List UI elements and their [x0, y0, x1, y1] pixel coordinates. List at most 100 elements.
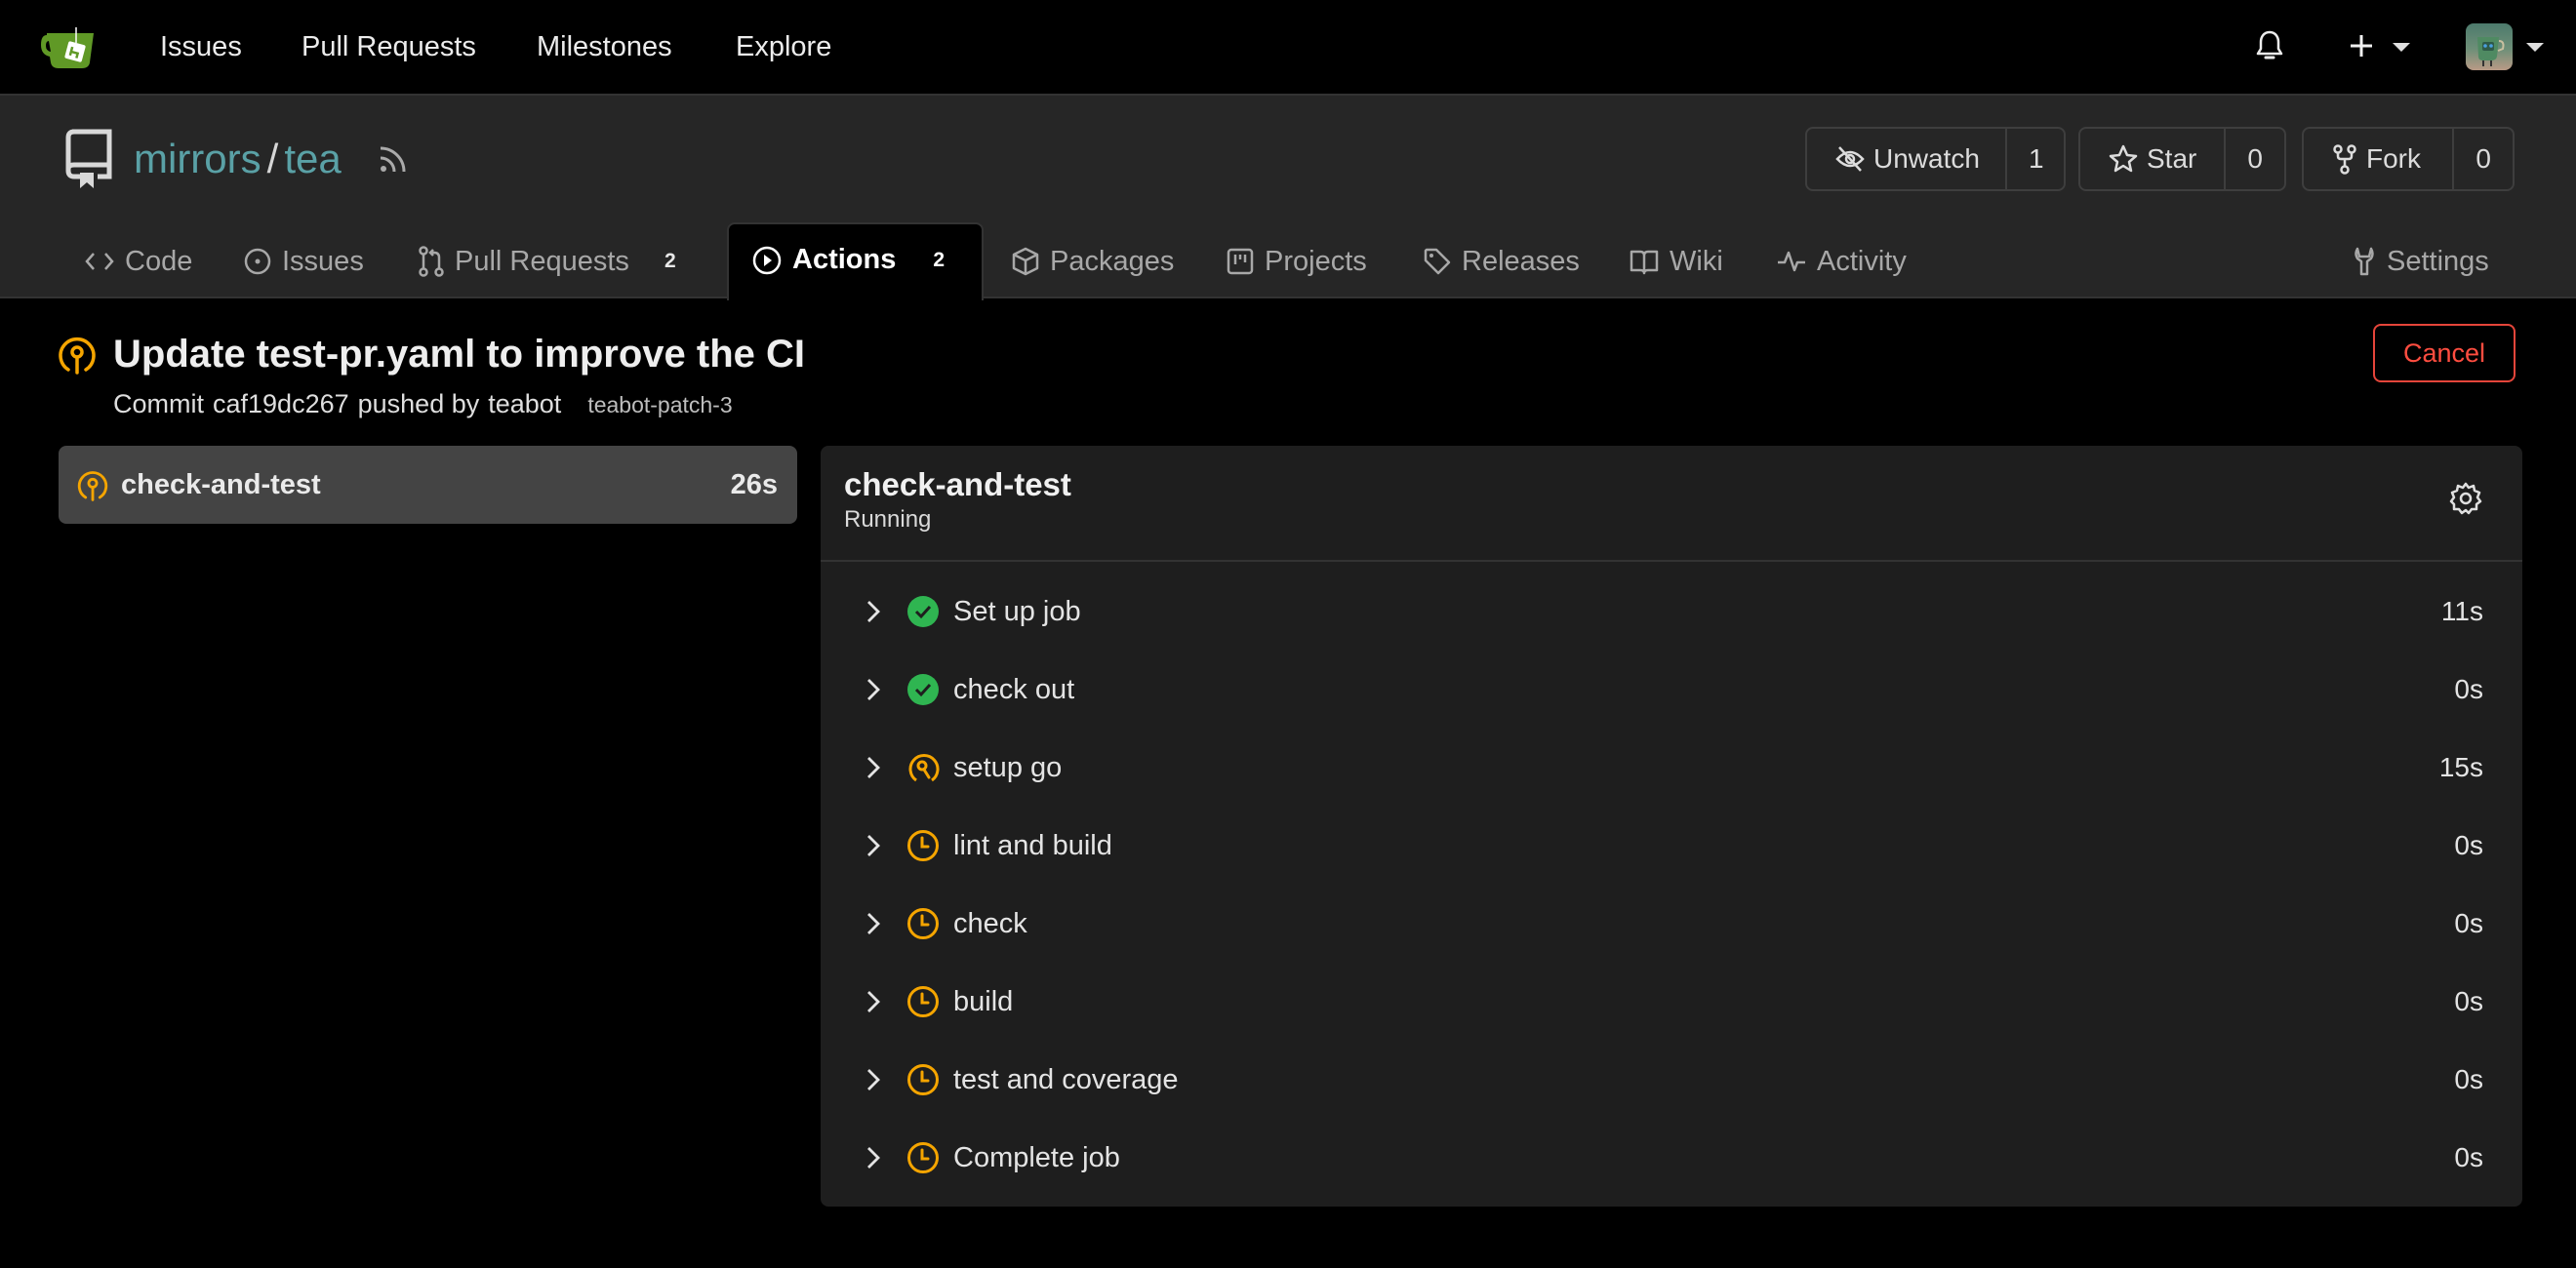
chevron-right-icon[interactable] — [865, 1067, 885, 1092]
tab-packages[interactable]: Packages — [1011, 242, 1174, 281]
tab-label: Pull Requests — [455, 245, 629, 277]
nav-issues[interactable]: Issues — [160, 29, 242, 64]
tab-settings[interactable]: Settings — [2352, 242, 2489, 281]
step-row[interactable]: build 0s — [821, 972, 2522, 1031]
project-icon — [1227, 248, 1254, 275]
chevron-right-icon[interactable] — [865, 599, 885, 624]
tools-icon — [2355, 247, 2374, 276]
pulse-icon — [1778, 251, 1805, 272]
chevron-right-icon[interactable] — [865, 989, 885, 1014]
repo-icon — [64, 128, 115, 190]
chevron-right-icon[interactable] — [865, 677, 885, 702]
tab-actions-content[interactable]: Actions 2 — [751, 244, 945, 276]
chevron-right-icon[interactable] — [865, 1145, 885, 1170]
unwatch-label: Unwatch — [1873, 143, 1980, 174]
actions-count-badge: 2 — [933, 248, 946, 271]
gitea-logo-icon[interactable] — [39, 23, 100, 70]
repo-title: mirrors / tea — [134, 135, 342, 183]
code-icon — [85, 253, 114, 270]
pushed-by-text: pushed by — [357, 389, 480, 418]
step-row[interactable]: lint and build 0s — [821, 816, 2522, 875]
step-row[interactable]: check 0s — [821, 894, 2522, 953]
chevron-right-icon[interactable] — [865, 833, 885, 858]
chevron-right-icon[interactable] — [865, 755, 885, 780]
star-button[interactable]: Star — [2080, 129, 2227, 189]
clock-icon — [906, 1141, 940, 1174]
chevron-right-icon[interactable] — [865, 911, 885, 936]
tab-releases[interactable]: Releases — [1423, 242, 1580, 281]
nav-explore[interactable]: Explore — [736, 29, 831, 64]
plus-icon[interactable] — [2349, 33, 2374, 59]
tag-icon — [1424, 248, 1451, 275]
step-row[interactable]: check out 0s — [821, 660, 2522, 719]
gear-icon[interactable] — [2448, 481, 2483, 516]
user-menu-caret-icon[interactable] — [2526, 43, 2544, 52]
step-name: build — [953, 985, 1014, 1017]
job-detail-status: Running — [844, 506, 932, 533]
tab-label: Packages — [1050, 245, 1175, 277]
tab-label: Actions — [792, 244, 897, 275]
issue-icon — [244, 248, 271, 275]
step-name: test and coverage — [953, 1063, 1179, 1095]
running-status-icon — [57, 333, 98, 376]
commit-prefix: Commit — [113, 389, 204, 418]
fork-button[interactable]: Fork — [2304, 129, 2455, 189]
run-title: Update test-pr.yaml to improve the CI — [113, 333, 806, 376]
rss-feed-icon[interactable] — [377, 142, 410, 176]
step-duration: 0s — [2454, 1142, 2483, 1172]
bell-icon[interactable] — [2255, 29, 2284, 62]
tab-label: Issues — [282, 245, 364, 277]
tab-label: Settings — [2387, 245, 2489, 277]
fork-label: Fork — [2366, 143, 2421, 174]
repo-name-link[interactable]: tea — [284, 136, 341, 181]
unwatch-button[interactable]: Unwatch — [1807, 129, 2007, 189]
avatar[interactable] — [2466, 23, 2513, 70]
watch-button-group: Unwatch 1 — [1805, 127, 2066, 191]
tab-label: Releases — [1462, 245, 1580, 277]
tab-label: Projects — [1265, 245, 1367, 277]
job-name: check-and-test — [121, 468, 321, 500]
tab-pull-requests[interactable]: Pull Requests 2 — [418, 242, 676, 281]
branch-link[interactable]: teabot-patch-3 — [587, 388, 732, 421]
tab-label: Activity — [1817, 245, 1907, 277]
star-label: Star — [2147, 143, 2197, 174]
step-row[interactable]: setup go 15s — [821, 738, 2522, 797]
repo-owner-link[interactable]: mirrors — [134, 136, 262, 181]
book-icon — [1630, 250, 1659, 275]
step-duration: 11s — [2440, 596, 2483, 626]
nav-pull-requests[interactable]: Pull Requests — [302, 29, 476, 64]
step-duration: 15s — [2438, 752, 2483, 782]
tab-wiki[interactable]: Wiki — [1629, 242, 1723, 281]
step-row[interactable]: Complete job 0s — [821, 1129, 2522, 1187]
step-row[interactable]: test and coverage 0s — [821, 1050, 2522, 1109]
create-menu-caret-icon[interactable] — [2393, 43, 2410, 52]
job-list-item[interactable]: check-and-test 26s — [59, 446, 797, 524]
job-duration: 26s — [730, 468, 778, 500]
tab-issues[interactable]: Issues — [243, 242, 364, 281]
running-status-icon — [906, 751, 940, 784]
tab-code[interactable]: Code — [84, 242, 192, 281]
nav-milestones[interactable]: Milestones — [537, 29, 672, 64]
star-count[interactable]: 0 — [2226, 143, 2284, 175]
watch-count[interactable]: 1 — [2007, 143, 2066, 175]
clock-icon — [906, 1063, 940, 1096]
fork-count[interactable]: 0 — [2454, 143, 2513, 175]
step-row[interactable]: Set up job 11s — [821, 582, 2522, 641]
star-icon — [2109, 144, 2138, 173]
repo-header: mirrors / tea Unwatch 1 Star 0 Fork 0 Code… — [0, 96, 2576, 298]
tab-projects[interactable]: Projects — [1226, 242, 1367, 281]
step-duration: 0s — [2454, 908, 2483, 938]
pull-request-icon — [419, 246, 444, 277]
clock-icon — [906, 907, 940, 940]
job-detail-panel: check-and-test Running Set up job 11s ch… — [821, 446, 2522, 1207]
tab-label: Wiki — [1670, 245, 1723, 277]
clock-icon — [906, 985, 940, 1018]
step-name: Set up job — [953, 595, 1081, 627]
author-link[interactable]: teabot — [488, 387, 561, 420]
tab-activity[interactable]: Activity — [1776, 242, 1907, 281]
step-duration: 0s — [2454, 986, 2483, 1016]
star-button-group: Star 0 — [2078, 127, 2286, 191]
commit-sha-link[interactable]: caf19dc267 — [213, 387, 349, 420]
clock-icon — [906, 829, 940, 862]
cancel-button[interactable]: Cancel — [2373, 324, 2516, 382]
